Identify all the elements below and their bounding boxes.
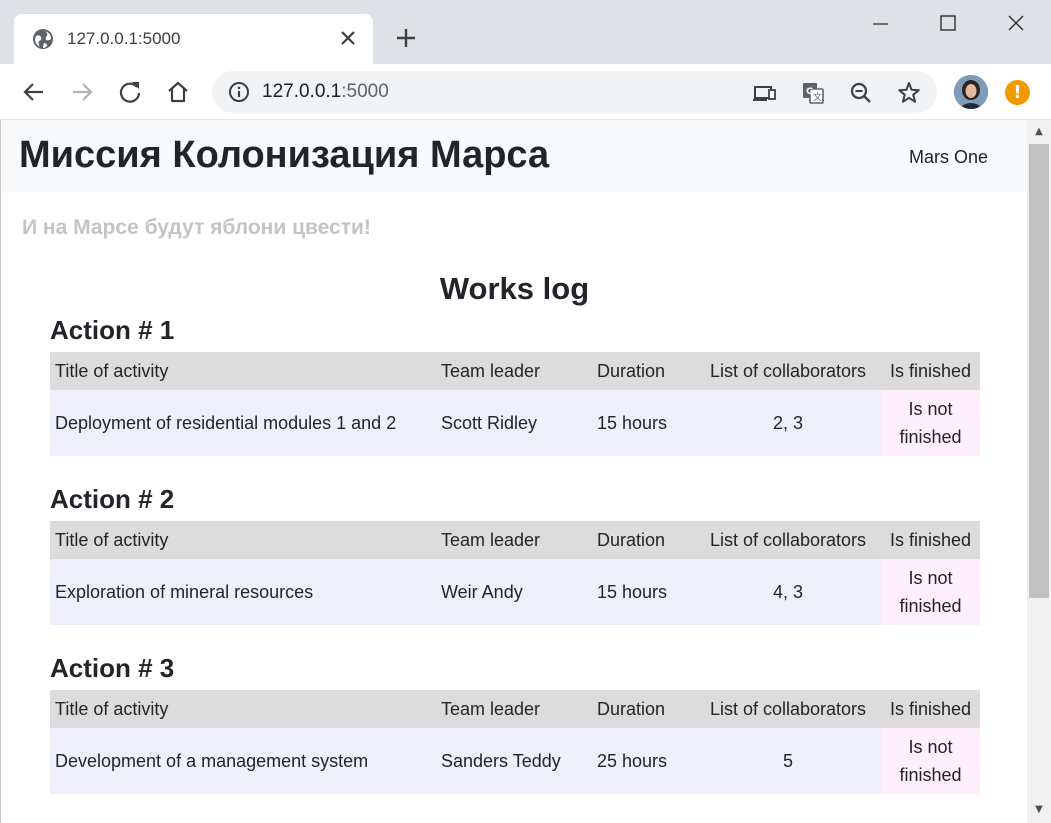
slogan: И на Марсе будут яблони цвести! [22,216,371,239]
action-block: Action # 1 Title of activity Team leader… [50,314,980,456]
browser-tab[interactable]: 127.0.0.1:5000 [14,14,373,64]
header-duration: Duration [592,521,695,559]
info-icon[interactable] [228,81,250,103]
header-title: Title of activity [50,352,436,390]
duration: 25 hours [592,728,695,794]
url-port: :5000 [341,81,389,102]
action-heading: Action # 1 [50,315,175,345]
finished-status: Is not finished [881,728,980,794]
action-block: Action # 2 Title of activity Team leader… [50,483,980,625]
table-row: Development of a management system Sande… [50,728,980,794]
site-header: Миссия Колонизация Марса Mars One [1,120,1027,192]
team-leader: Weir Andy [436,559,592,625]
site-brand[interactable]: Mars One [909,145,988,169]
activity-title: Development of a management system [50,728,436,794]
action-heading: Action # 2 [50,484,175,514]
table-header-row: Title of activity Team leader Duration L… [50,690,980,728]
vertical-scrollbar[interactable]: ▲ ▼ [1027,120,1051,823]
globe-icon [33,29,53,49]
duration: 15 hours [592,390,695,456]
activity-title: Deployment of residential modules 1 and … [50,390,436,456]
browser-toolbar: 127.0.0.1:5000 G 文 ! [0,64,1051,120]
maximize-icon[interactable] [928,8,968,40]
table-header-row: Title of activity Team leader Duration L… [50,352,980,390]
zoom-out-icon[interactable] [848,80,874,106]
header-collaborators: List of collaborators [695,521,881,559]
collaborators: 5 [695,728,881,794]
header-duration: Duration [592,690,695,728]
header-collaborators: List of collaborators [695,690,881,728]
finished-status: Is not finished [881,390,980,456]
site-title: Миссия Колонизация Марса [19,134,550,176]
team-leader: Sanders Teddy [436,728,592,794]
table-header-row: Title of activity Team leader Duration L… [50,521,980,559]
url-host: 127.0.0.1 [262,81,342,102]
home-icon[interactable] [164,78,192,106]
header-finished: Is finished [881,352,980,390]
header-duration: Duration [592,352,695,390]
address-bar[interactable]: 127.0.0.1:5000 G 文 [212,71,937,113]
reload-icon[interactable] [116,78,144,106]
header-title: Title of activity [50,521,436,559]
team-leader: Scott Ridley [436,390,592,456]
forward-arrow-icon[interactable] [68,78,96,106]
cast-icon[interactable] [752,80,778,106]
alert-icon[interactable]: ! [1005,80,1030,105]
header-title: Title of activity [50,690,436,728]
scrollbar-thumb[interactable] [1029,144,1049,598]
works-table: Title of activity Team leader Duration L… [50,352,980,456]
header-leader: Team leader [436,352,592,390]
back-arrow-icon[interactable] [20,78,48,106]
table-row: Exploration of mineral resources Weir An… [50,559,980,625]
works-table: Title of activity Team leader Duration L… [50,690,980,794]
browser-titlebar: 127.0.0.1:5000 [0,0,1051,64]
plus-icon[interactable] [392,24,420,52]
duration: 15 hours [592,559,695,625]
finished-status: Is not finished [881,559,980,625]
svg-text:文: 文 [813,91,822,103]
activity-title: Exploration of mineral resources [50,559,436,625]
header-collaborators: List of collaborators [695,352,881,390]
star-icon[interactable] [896,80,922,106]
scroll-down-icon[interactable]: ▼ [1027,800,1051,820]
header-leader: Team leader [436,690,592,728]
url-text[interactable]: 127.0.0.1:5000 [262,80,389,104]
header-leader: Team leader [436,521,592,559]
action-block: Action # 3 Title of activity Team leader… [50,652,980,794]
scroll-up-icon[interactable]: ▲ [1027,122,1051,142]
translate-icon[interactable]: G 文 [800,80,826,106]
page-heading: Works log [439,271,590,306]
close-icon[interactable] [337,27,359,49]
tab-title: 127.0.0.1:5000 [67,29,181,48]
minimize-icon[interactable] [860,8,900,40]
page-viewport: Миссия Колонизация Марса Mars One И на М… [0,120,1027,823]
window-close-icon[interactable] [996,8,1036,40]
collaborators: 2, 3 [695,390,881,456]
header-finished: Is finished [881,690,980,728]
collaborators: 4, 3 [695,559,881,625]
works-table: Title of activity Team leader Duration L… [50,521,980,625]
table-row: Deployment of residential modules 1 and … [50,390,980,456]
action-heading: Action # 3 [50,653,175,683]
profile-avatar[interactable] [954,75,988,109]
header-finished: Is finished [881,521,980,559]
